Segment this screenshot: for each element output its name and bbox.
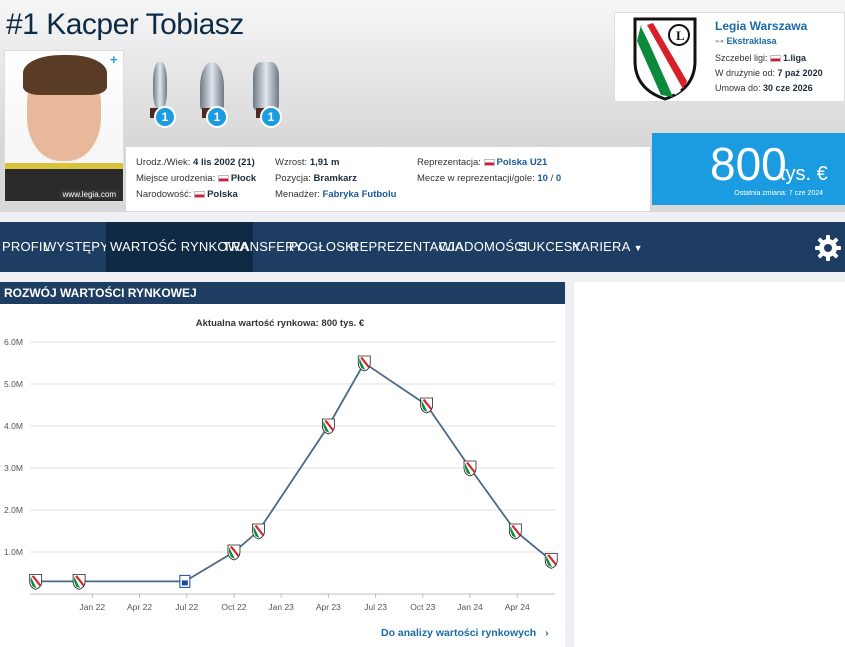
birthplace: Płock: [230, 173, 257, 184]
x-tick-label: Jul 23: [364, 602, 387, 612]
trophy-icon[interactable]: 1: [192, 58, 232, 128]
trophy-icon[interactable]: 1: [140, 58, 180, 128]
x-tick-label: Jan 22: [80, 602, 106, 612]
profile-nav: PROFIL WYSTĘPY ▼ WARTOŚĆ RYNKOWA TRANSFE…: [0, 222, 845, 272]
player-first-name: Kacper: [46, 8, 139, 41]
poland-flag-icon: [770, 55, 782, 62]
shirt-number: #1: [6, 8, 39, 41]
profile-header: #1 Kacper Tobiasz www.legia.com + 1 1 1 …: [0, 0, 845, 212]
market-value-chart[interactable]: 1.0M 2.0M 3.0M 4.0M 5.0M 6.0M Jan 22 Apr 22 Jul …: [0, 332, 560, 622]
trophy-icon[interactable]: 1: [246, 58, 286, 128]
player-photo[interactable]: www.legia.com: [4, 50, 124, 202]
tab-profil[interactable]: PROFIL: [2, 222, 50, 272]
poland-flag-icon: [217, 175, 229, 182]
poland-flag-icon: [194, 191, 206, 198]
trophy-count: 1: [260, 106, 282, 128]
poland-flag-icon: [483, 159, 495, 166]
agent-link[interactable]: Fabryka Futbolu: [323, 189, 397, 200]
legia-crest-icon[interactable]: L: [631, 15, 699, 101]
league-link[interactable]: ⊶ Ekstraklasa: [715, 36, 777, 47]
chevron-down-icon: ▼: [633, 243, 643, 253]
chevron-right-icon: ›: [545, 627, 549, 639]
svg-text:L: L: [676, 28, 685, 43]
x-tick-label: Jan 24: [457, 602, 483, 612]
right-column: [574, 282, 845, 647]
x-tick-label: Apr 23: [316, 602, 341, 612]
trophy-count: 1: [154, 106, 176, 128]
birth-date: 4 lis 2002 (21): [193, 157, 255, 168]
y-tick-label: 3.0M: [4, 463, 23, 473]
market-value-unit: tys. €: [780, 163, 828, 185]
nationality: Polska: [207, 189, 238, 200]
x-tick-label: Oct 22: [221, 602, 246, 612]
club-name-link[interactable]: Legia Warszawa: [715, 19, 807, 33]
contract-end: 30 cze 2026: [763, 83, 813, 93]
panel-title: ROZWÓJ WARTOŚCI RYNKOWEJ: [0, 282, 565, 304]
photo-credit: www.legia.com: [59, 190, 119, 199]
national-team-link[interactable]: Polska U21: [497, 157, 548, 168]
goals-link[interactable]: 0: [556, 173, 561, 184]
chart-title: Aktualna wartość rynkowa: 800 tys. €: [195, 318, 365, 329]
market-value-panel: ROZWÓJ WARTOŚCI RYNKOWEJ Aktualna wartoś…: [0, 282, 565, 647]
player-details: Urodz./Wiek: 4 lis 2002 (21) Miejsce uro…: [126, 147, 650, 211]
y-tick-label: 5.0M: [4, 379, 23, 389]
gear-icon[interactable]: [814, 234, 842, 262]
caps-link[interactable]: 10: [537, 173, 548, 184]
league-tier: 1.liga: [783, 53, 807, 63]
y-tick-label: 6.0M: [4, 337, 23, 347]
analysis-link[interactable]: Do analizy wartości rynkowych ›: [381, 627, 549, 639]
position: Bramkarz: [313, 173, 357, 184]
x-tick-label: Apr 22: [127, 602, 152, 612]
height: 1,91 m: [309, 157, 340, 168]
joined-date: 7 paź 2020: [777, 68, 823, 78]
y-tick-label: 1.0M: [4, 547, 23, 557]
tab-wiadomosci[interactable]: WIADOMOŚCI: [439, 222, 528, 272]
data-point-mark: [181, 580, 188, 586]
player-last-name: Tobiasz: [145, 8, 245, 41]
market-value-last-change: Ostatnia zmiana: 7 cze 2024: [734, 190, 823, 197]
market-value-amount: 800: [710, 138, 787, 190]
tab-kariera[interactable]: KARIERA ▼: [572, 222, 643, 272]
trophy-count: 1: [206, 106, 228, 128]
club-box: L Legia Warszawa ⊶ Ekstraklasa Szczebel …: [614, 12, 845, 102]
x-tick-label: Oct 23: [410, 602, 435, 612]
tab-poglosk[interactable]: POGŁOSKI: [289, 222, 358, 272]
x-tick-label: Jan 23: [268, 602, 294, 612]
x-tick-label: Jul 22: [175, 602, 198, 612]
y-tick-label: 4.0M: [4, 421, 23, 431]
player-name: #1 Kacper Tobiasz: [6, 8, 244, 42]
y-tick-label: 2.0M: [4, 505, 23, 515]
market-value-box[interactable]: 800 tys. € Ostatnia zmiana: 7 cze 2024: [652, 133, 845, 205]
x-tick-label: Apr 24: [505, 602, 530, 612]
plus-icon[interactable]: +: [110, 52, 118, 67]
